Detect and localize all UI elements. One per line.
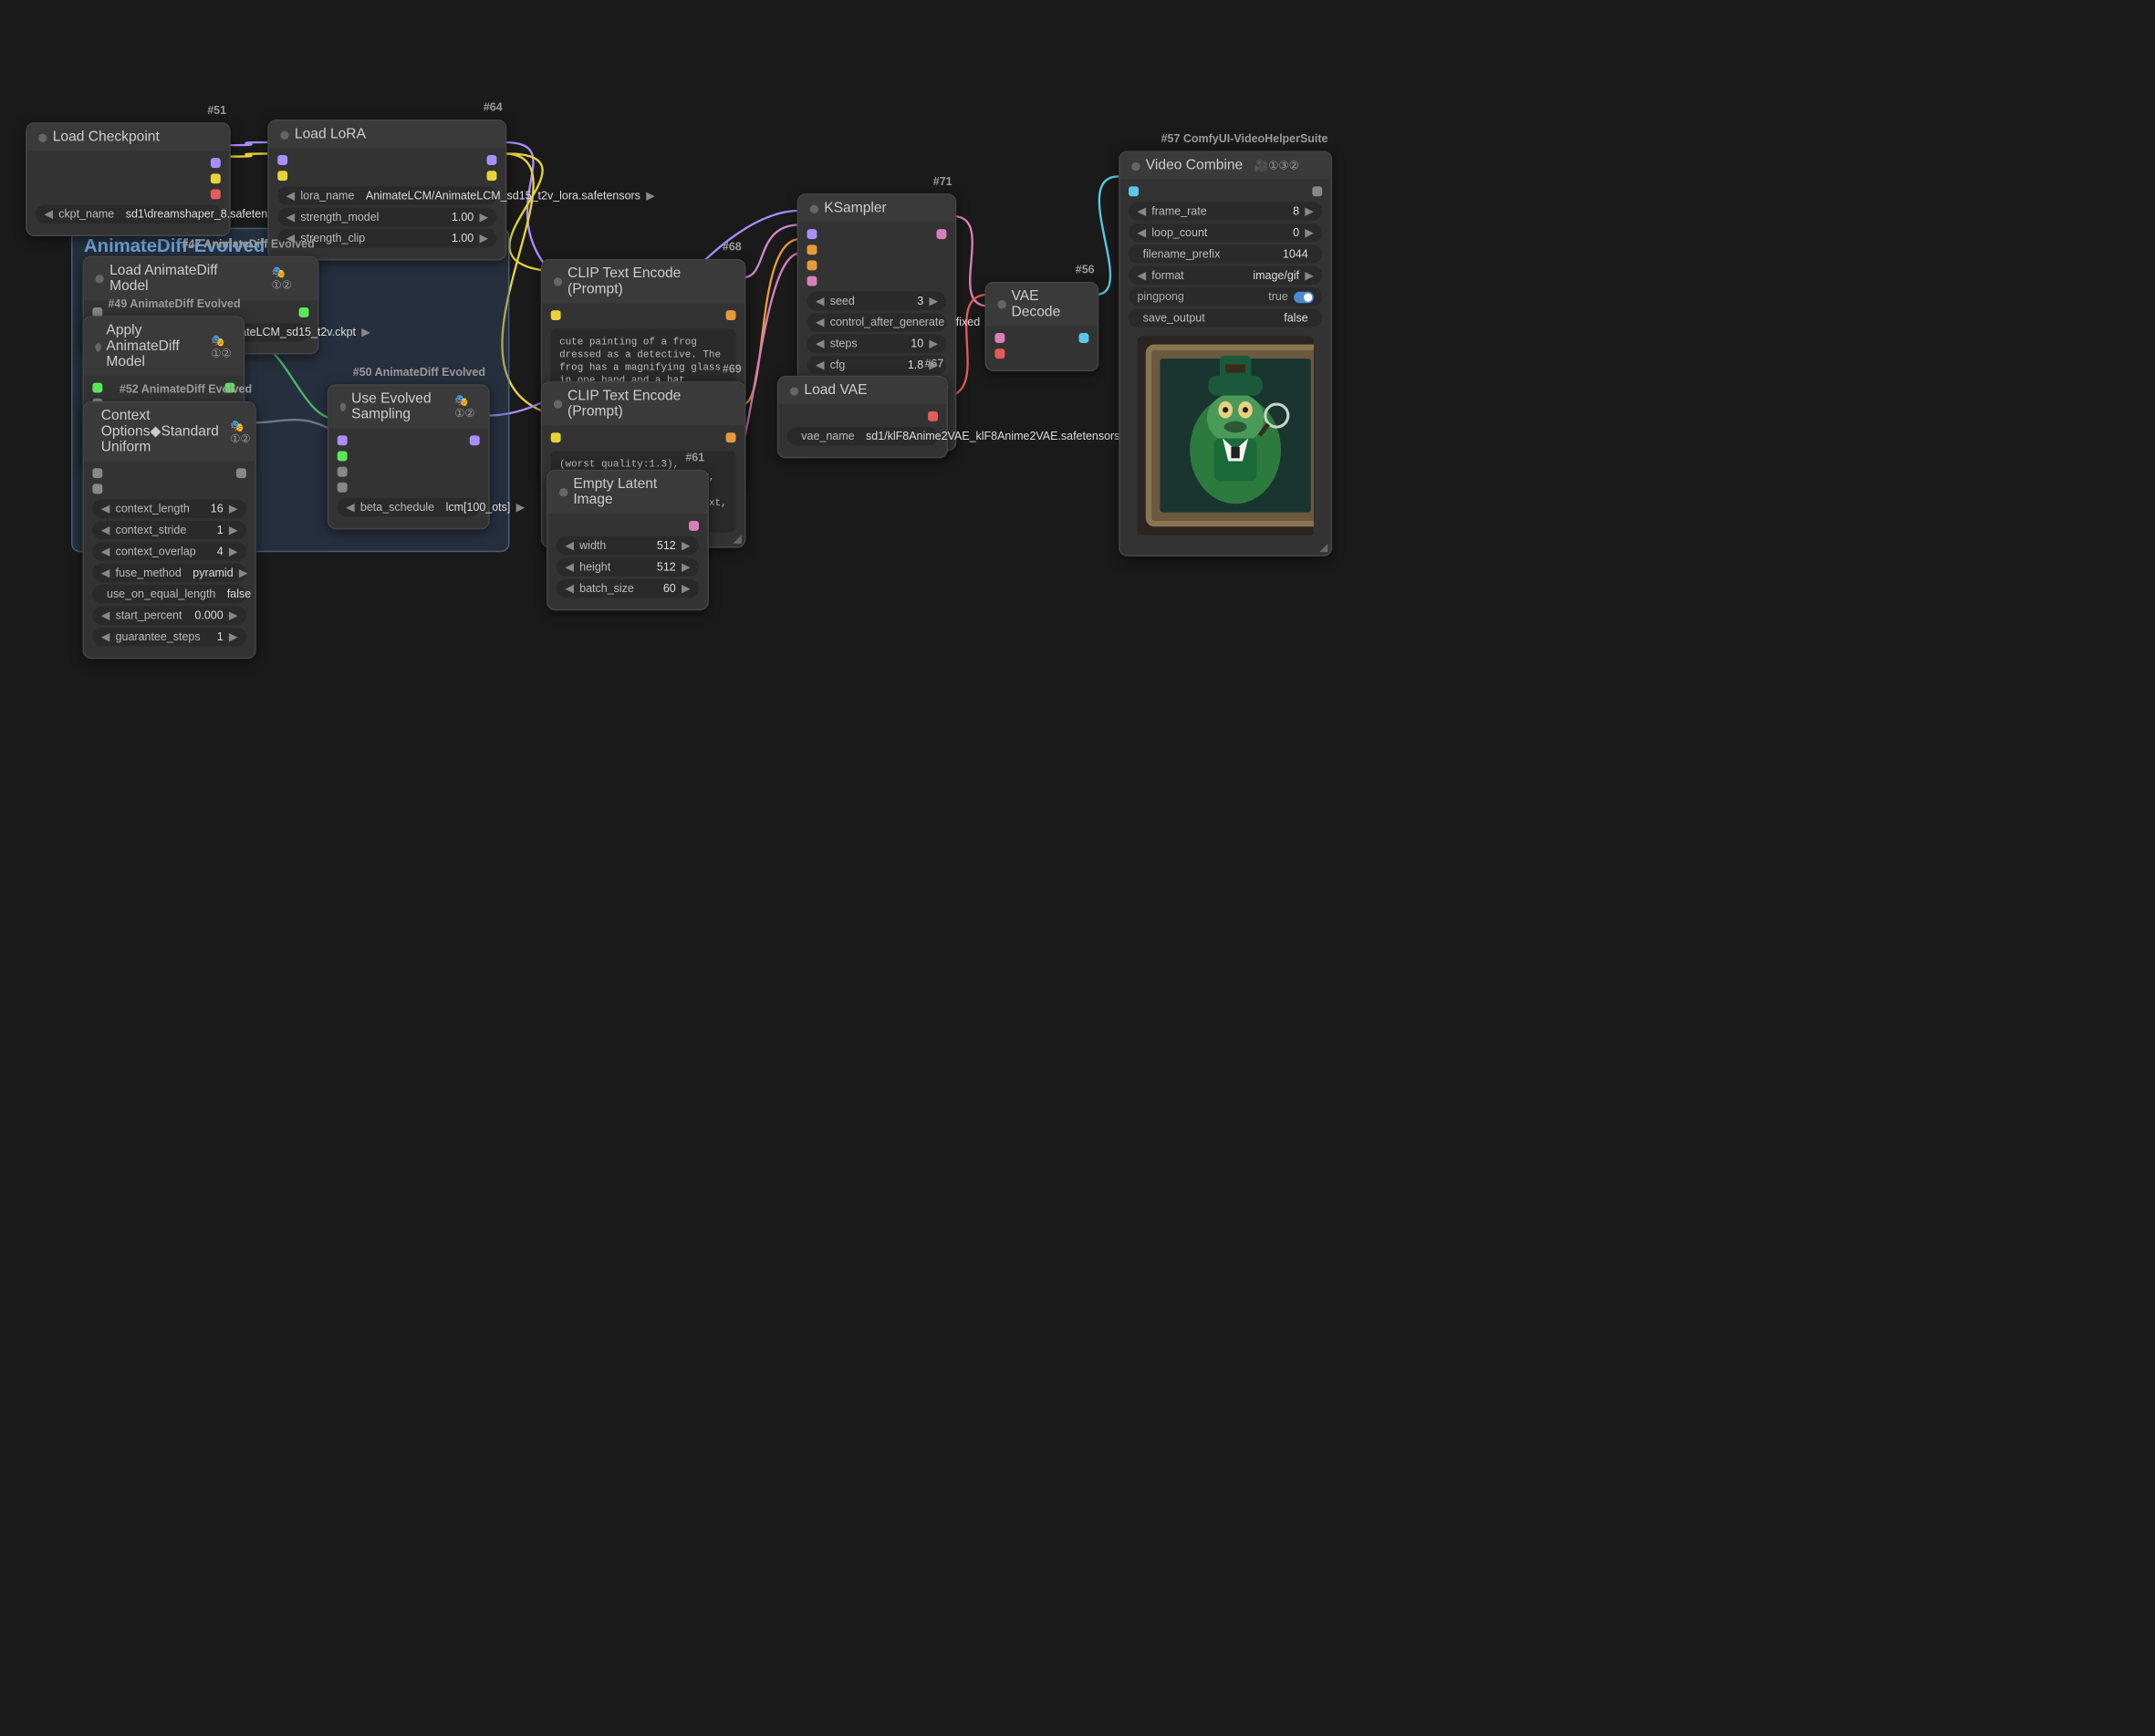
widget-control-after-generate[interactable]: ◀control_after_generatefixed▶ bbox=[807, 313, 947, 331]
node-tag: #61 bbox=[685, 452, 704, 464]
widget-seed[interactable]: ◀seed3▶ bbox=[807, 292, 947, 310]
node-load-vae[interactable]: #67 Load VAE vae_namesd1/klF8Anime2VAE_k… bbox=[777, 376, 948, 458]
node-tag: #64 bbox=[484, 101, 503, 114]
widget-context-overlap[interactable]: ◀context_overlap4▶ bbox=[92, 542, 245, 560]
node-tag: #56 bbox=[1076, 264, 1095, 276]
node-title: Apply AnimateDiff Model bbox=[106, 323, 199, 369]
node-icons: 🎥①③② bbox=[1254, 160, 1299, 172]
node-load-checkpoint[interactable]: #51 Load Checkpoint ◀ ckpt_name sd1\drea… bbox=[26, 122, 231, 236]
widget-strength-model[interactable]: ◀strength_model1.00▶ bbox=[277, 208, 496, 226]
widget-fuse-method[interactable]: ◀fuse_methodpyramid▶ bbox=[92, 564, 245, 582]
node-icons: 🎭①② bbox=[272, 266, 307, 292]
node-tag: #49 AnimateDiff Evolved bbox=[108, 297, 240, 310]
resize-handle[interactable] bbox=[1319, 544, 1327, 552]
widget-batch-size[interactable]: ◀batch_size60▶ bbox=[557, 579, 699, 598]
node-icons: 🎭①② bbox=[230, 419, 250, 444]
widget-use-on-equal-length[interactable]: use_on_equal_lengthfalse bbox=[92, 585, 245, 603]
widget-frame-rate[interactable]: ◀frame_rate8▶ bbox=[1129, 203, 1322, 221]
node-tag: #67 bbox=[924, 358, 943, 370]
node-tag: #71 bbox=[933, 175, 953, 188]
node-title: CLIP Text Encode (Prompt) bbox=[567, 266, 733, 297]
resize-handle[interactable] bbox=[733, 535, 741, 544]
node-title: Empty Latent Image bbox=[573, 477, 696, 508]
node-video-combine[interactable]: #57 ComfyUI-VideoHelperSuite Video Combi… bbox=[1119, 151, 1332, 556]
widget-start-percent[interactable]: ◀start_percent0.000▶ bbox=[92, 607, 245, 625]
node-tag: #52 AnimateDiff Evolved bbox=[120, 383, 252, 396]
node-title: Video Combine bbox=[1146, 158, 1243, 173]
widget-steps[interactable]: ◀steps10▶ bbox=[807, 335, 947, 353]
node-tag: #69 bbox=[723, 363, 742, 376]
widget-vae-name[interactable]: vae_namesd1/klF8Anime2VAE_klF8Anime2VAE.… bbox=[787, 427, 938, 445]
widget-beta-schedule[interactable]: ◀beta_schedulelcm[100_ots]▶ bbox=[338, 498, 480, 516]
node-icons: 🎭①② bbox=[454, 394, 476, 420]
widget-pingpong[interactable]: pingpongtrue bbox=[1129, 287, 1322, 306]
widget-save-output[interactable]: save_outputfalse bbox=[1129, 309, 1322, 327]
node-title: CLIP Text Encode (Prompt) bbox=[567, 389, 733, 420]
widget-ckpt-name[interactable]: ◀ ckpt_name sd1\dreamshaper_8.safetensor… bbox=[36, 205, 221, 223]
widget-context-stride[interactable]: ◀context_stride1▶ bbox=[92, 521, 245, 539]
arrow-left-icon[interactable]: ◀ bbox=[44, 208, 53, 221]
node-tag: #47 AnimateDiff Evolved bbox=[182, 238, 315, 251]
node-tag: #51 bbox=[207, 104, 226, 117]
widget-loop-count[interactable]: ◀loop_count0▶ bbox=[1129, 223, 1322, 242]
node-title: Use Evolved Sampling bbox=[351, 391, 443, 422]
output-preview-image bbox=[1137, 336, 1313, 538]
node-title: KSampler bbox=[824, 201, 886, 216]
node-title: Load Checkpoint bbox=[53, 130, 160, 145]
widget-height[interactable]: ◀height512▶ bbox=[557, 558, 699, 577]
node-title: Load LoRA bbox=[295, 127, 366, 142]
node-graph-canvas[interactable]: AnimateDiff-Evolved #51 Load Checkpoint … bbox=[0, 0, 2155, 1736]
node-vae-decode[interactable]: #56 VAE Decode bbox=[985, 282, 1099, 371]
node-tag: #68 bbox=[723, 241, 742, 254]
node-title: Load AnimateDiff Model bbox=[109, 264, 260, 295]
widget-context-length[interactable]: ◀context_length16▶ bbox=[92, 500, 245, 518]
node-use-evolved-sampling[interactable]: #50 AnimateDiff Evolved Use Evolved Samp… bbox=[328, 384, 490, 529]
node-empty-latent-image[interactable]: #61 Empty Latent Image ◀width512▶ ◀heigh… bbox=[547, 470, 709, 610]
node-title: Context Options◆Standard Uniform bbox=[101, 409, 219, 455]
node-tag: #57 ComfyUI-VideoHelperSuite bbox=[1161, 132, 1328, 145]
widget-filename-prefix[interactable]: filename_prefix1044 bbox=[1129, 244, 1322, 263]
node-context-options[interactable]: #52 AnimateDiff Evolved Context Options◆… bbox=[82, 401, 255, 659]
widget-lora-name[interactable]: ◀lora_nameAnimateLCM/AnimateLCM_sd15_t2v… bbox=[277, 186, 496, 204]
widget-width[interactable]: ◀width512▶ bbox=[557, 536, 699, 555]
widget-guarantee-steps[interactable]: ◀guarantee_steps1▶ bbox=[92, 628, 245, 646]
node-title: Load VAE bbox=[804, 383, 867, 399]
node-icons: 🎭①② bbox=[211, 334, 232, 359]
node-tag: #50 AnimateDiff Evolved bbox=[353, 366, 485, 379]
node-title: VAE Decode bbox=[1011, 289, 1086, 320]
widget-format[interactable]: ◀formatimage/gif▶ bbox=[1129, 266, 1322, 285]
